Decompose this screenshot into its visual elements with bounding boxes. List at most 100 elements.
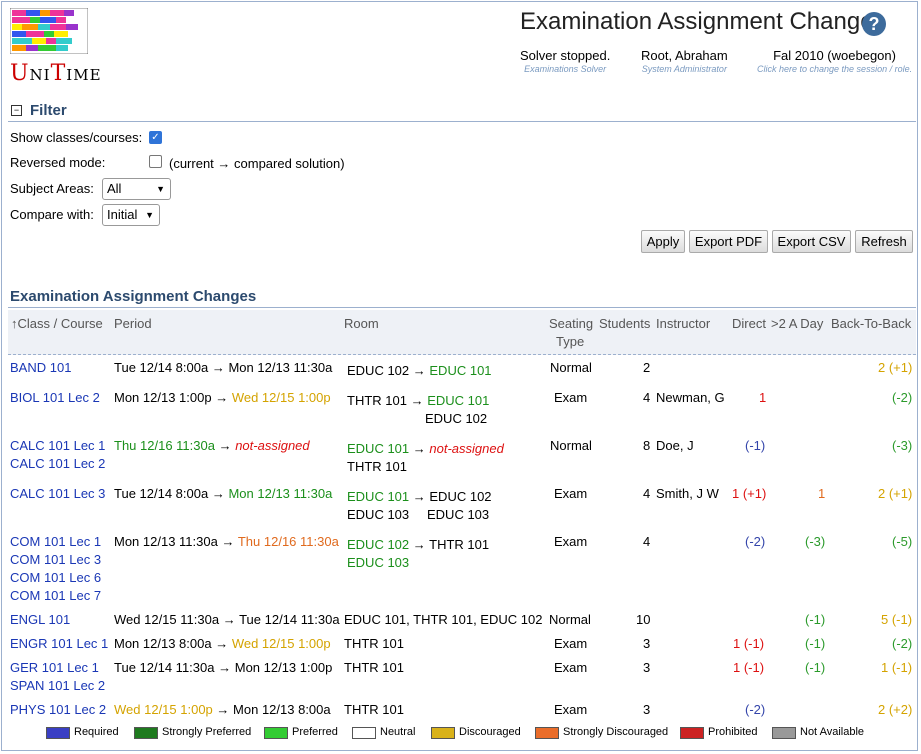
apply-button[interactable]: Apply [641, 230, 685, 253]
seating-type: Exam [554, 660, 588, 675]
unitime-logo[interactable]: UNITIME [10, 8, 101, 88]
students-count: 8 [643, 438, 651, 453]
col-room[interactable]: Room [344, 316, 379, 331]
class-link[interactable]: CALC 101 Lec 3 [10, 486, 105, 501]
btb-value: (-5) [892, 534, 913, 549]
two-a-day-value: (-1) [805, 636, 826, 651]
seating-type: Exam [554, 534, 588, 549]
class-link[interactable]: SPAN 101 Lec 2 [10, 678, 105, 693]
students-count: 3 [643, 702, 651, 717]
period-change: Wed 12/15 11:30a → Tue 12/14 11:30a [114, 612, 340, 627]
col-period[interactable]: Period [114, 316, 152, 331]
legend-label: Preferred [292, 726, 338, 738]
class-link[interactable]: BIOL 101 Lec 2 [10, 390, 100, 405]
room-extra: EDUC 103 [347, 507, 410, 522]
session-info[interactable]: Fal 2010 (woebegon) Click here to change … [757, 48, 912, 74]
students-count: 4 [643, 390, 651, 405]
room-change: THTR 101 → EDUC 101 [347, 393, 490, 408]
chevron-down-icon: ▼ [156, 184, 165, 194]
compare-with-label: Compare with: [10, 207, 94, 222]
col-seating-type[interactable]: Type [556, 334, 584, 349]
subject-areas-label: Subject Areas: [10, 181, 94, 196]
room-extra: THTR 101 [347, 459, 407, 474]
class-link[interactable]: CALC 101 Lec 1 [10, 438, 105, 453]
legend-label: Neutral [380, 726, 416, 738]
class-link[interactable]: COM 101 Lec 7 [10, 588, 101, 603]
col-class-course[interactable]: ↑Class / Course [11, 316, 103, 331]
col-direct[interactable]: Direct [732, 316, 766, 331]
seating-type: Normal [550, 360, 592, 375]
legend-label: Required [74, 726, 119, 738]
period-change: Thu 12/16 11:30a → not-assigned [114, 438, 310, 453]
class-link[interactable]: ENGL 101 [10, 612, 70, 627]
room-change: EDUC 101 → EDUC 102 [347, 489, 492, 504]
col-instructor[interactable]: Instructor [656, 316, 710, 331]
seating-type: Exam [554, 486, 588, 501]
class-link[interactable]: CALC 101 Lec 2 [10, 456, 105, 471]
instructor-name: Newman, G [656, 390, 725, 405]
filter-title: Filter [30, 102, 67, 119]
room-change: EDUC 101, THTR 101, EDUC 102 [344, 612, 543, 627]
class-link[interactable]: COM 101 Lec 1 [10, 534, 101, 549]
students-count: 3 [643, 636, 651, 651]
two-a-day-value: (-3) [805, 534, 826, 549]
period-change: Wed 12/15 1:00p → Mon 12/13 8:00a [114, 702, 331, 717]
show-classes-label: Show classes/courses: [10, 130, 143, 145]
collapse-icon[interactable]: − [11, 105, 22, 116]
compare-with-select[interactable]: Initial ▼ [102, 204, 160, 226]
direct-value: 1 (-1) [733, 660, 765, 675]
col-seating[interactable]: Seating [549, 316, 593, 331]
two-a-day-value: (-1) [805, 612, 826, 627]
btb-value: (-3) [892, 438, 913, 453]
instructor-name: Smith, J W [656, 486, 719, 501]
col-two-a-day[interactable]: >2 A Day [771, 316, 823, 331]
seating-type: Exam [554, 702, 588, 717]
seating-type: Exam [554, 636, 588, 651]
logo-wordmark: UNITIME [10, 61, 102, 86]
export-pdf-button[interactable]: Export PDF [689, 230, 768, 253]
btb-value: (-2) [892, 390, 913, 405]
subject-areas-select[interactable]: All ▼ [102, 178, 171, 200]
legend-swatch-required [46, 727, 70, 739]
legend-label: Strongly Preferred [162, 726, 252, 738]
instructor-name: Doe, J [656, 438, 694, 453]
room-change: EDUC 102 → THTR 101 [347, 537, 490, 552]
class-link[interactable]: COM 101 Lec 3 [10, 552, 101, 567]
direct-value: (-2) [745, 534, 766, 549]
period-change: Mon 12/13 1:00p → Wed 12/15 1:00p [114, 390, 331, 405]
class-link[interactable]: BAND 101 [10, 360, 71, 375]
legend-label: Discouraged [459, 726, 521, 738]
filter-divider [8, 121, 916, 122]
room-change: EDUC 102 → EDUC 101 [347, 363, 492, 378]
room-extra: EDUC 102 [425, 411, 488, 426]
room-extra: EDUC 103 [347, 555, 410, 570]
chevron-down-icon: ▼ [145, 210, 154, 220]
user-info[interactable]: Root, Abraham System Administrator [641, 48, 728, 74]
class-link[interactable]: ENGR 101 Lec 1 [10, 636, 108, 651]
class-link[interactable]: PHYS 101 Lec 2 [10, 702, 106, 717]
btb-value: 2 (+2) [878, 702, 913, 717]
btb-value: 5 (-1) [881, 612, 913, 627]
class-link[interactable]: GER 101 Lec 1 [10, 660, 99, 675]
direct-value: 1 (-1) [733, 636, 765, 651]
room-extra: EDUC 103 [427, 507, 490, 522]
show-classes-checkbox[interactable]: ✓ [149, 131, 162, 144]
help-icon[interactable]: ? [862, 12, 886, 36]
export-csv-button[interactable]: Export CSV [772, 230, 851, 253]
page-title: Examination Assignment Changes [520, 8, 886, 35]
refresh-button[interactable]: Refresh [855, 230, 913, 253]
two-a-day-value: (-1) [805, 660, 826, 675]
legend-label: Not Available [800, 726, 865, 738]
students-count: 2 [643, 360, 651, 375]
col-back-to-back[interactable]: Back-To-Back [831, 316, 911, 331]
class-link[interactable]: COM 101 Lec 6 [10, 570, 101, 585]
two-a-day-value: 1 [818, 486, 826, 501]
period-change: Mon 12/13 11:30a → Thu 12/16 11:30a [114, 534, 339, 549]
legend-swatch-not-available [772, 727, 796, 739]
solver-status[interactable]: Solver stopped. Examinations Solver [520, 48, 610, 74]
btb-value: (-2) [892, 636, 913, 651]
reversed-mode-checkbox[interactable] [149, 155, 162, 168]
btb-value: 1 (-1) [881, 660, 913, 675]
room-change: THTR 101 [344, 636, 404, 651]
col-students[interactable]: Students [599, 316, 650, 331]
